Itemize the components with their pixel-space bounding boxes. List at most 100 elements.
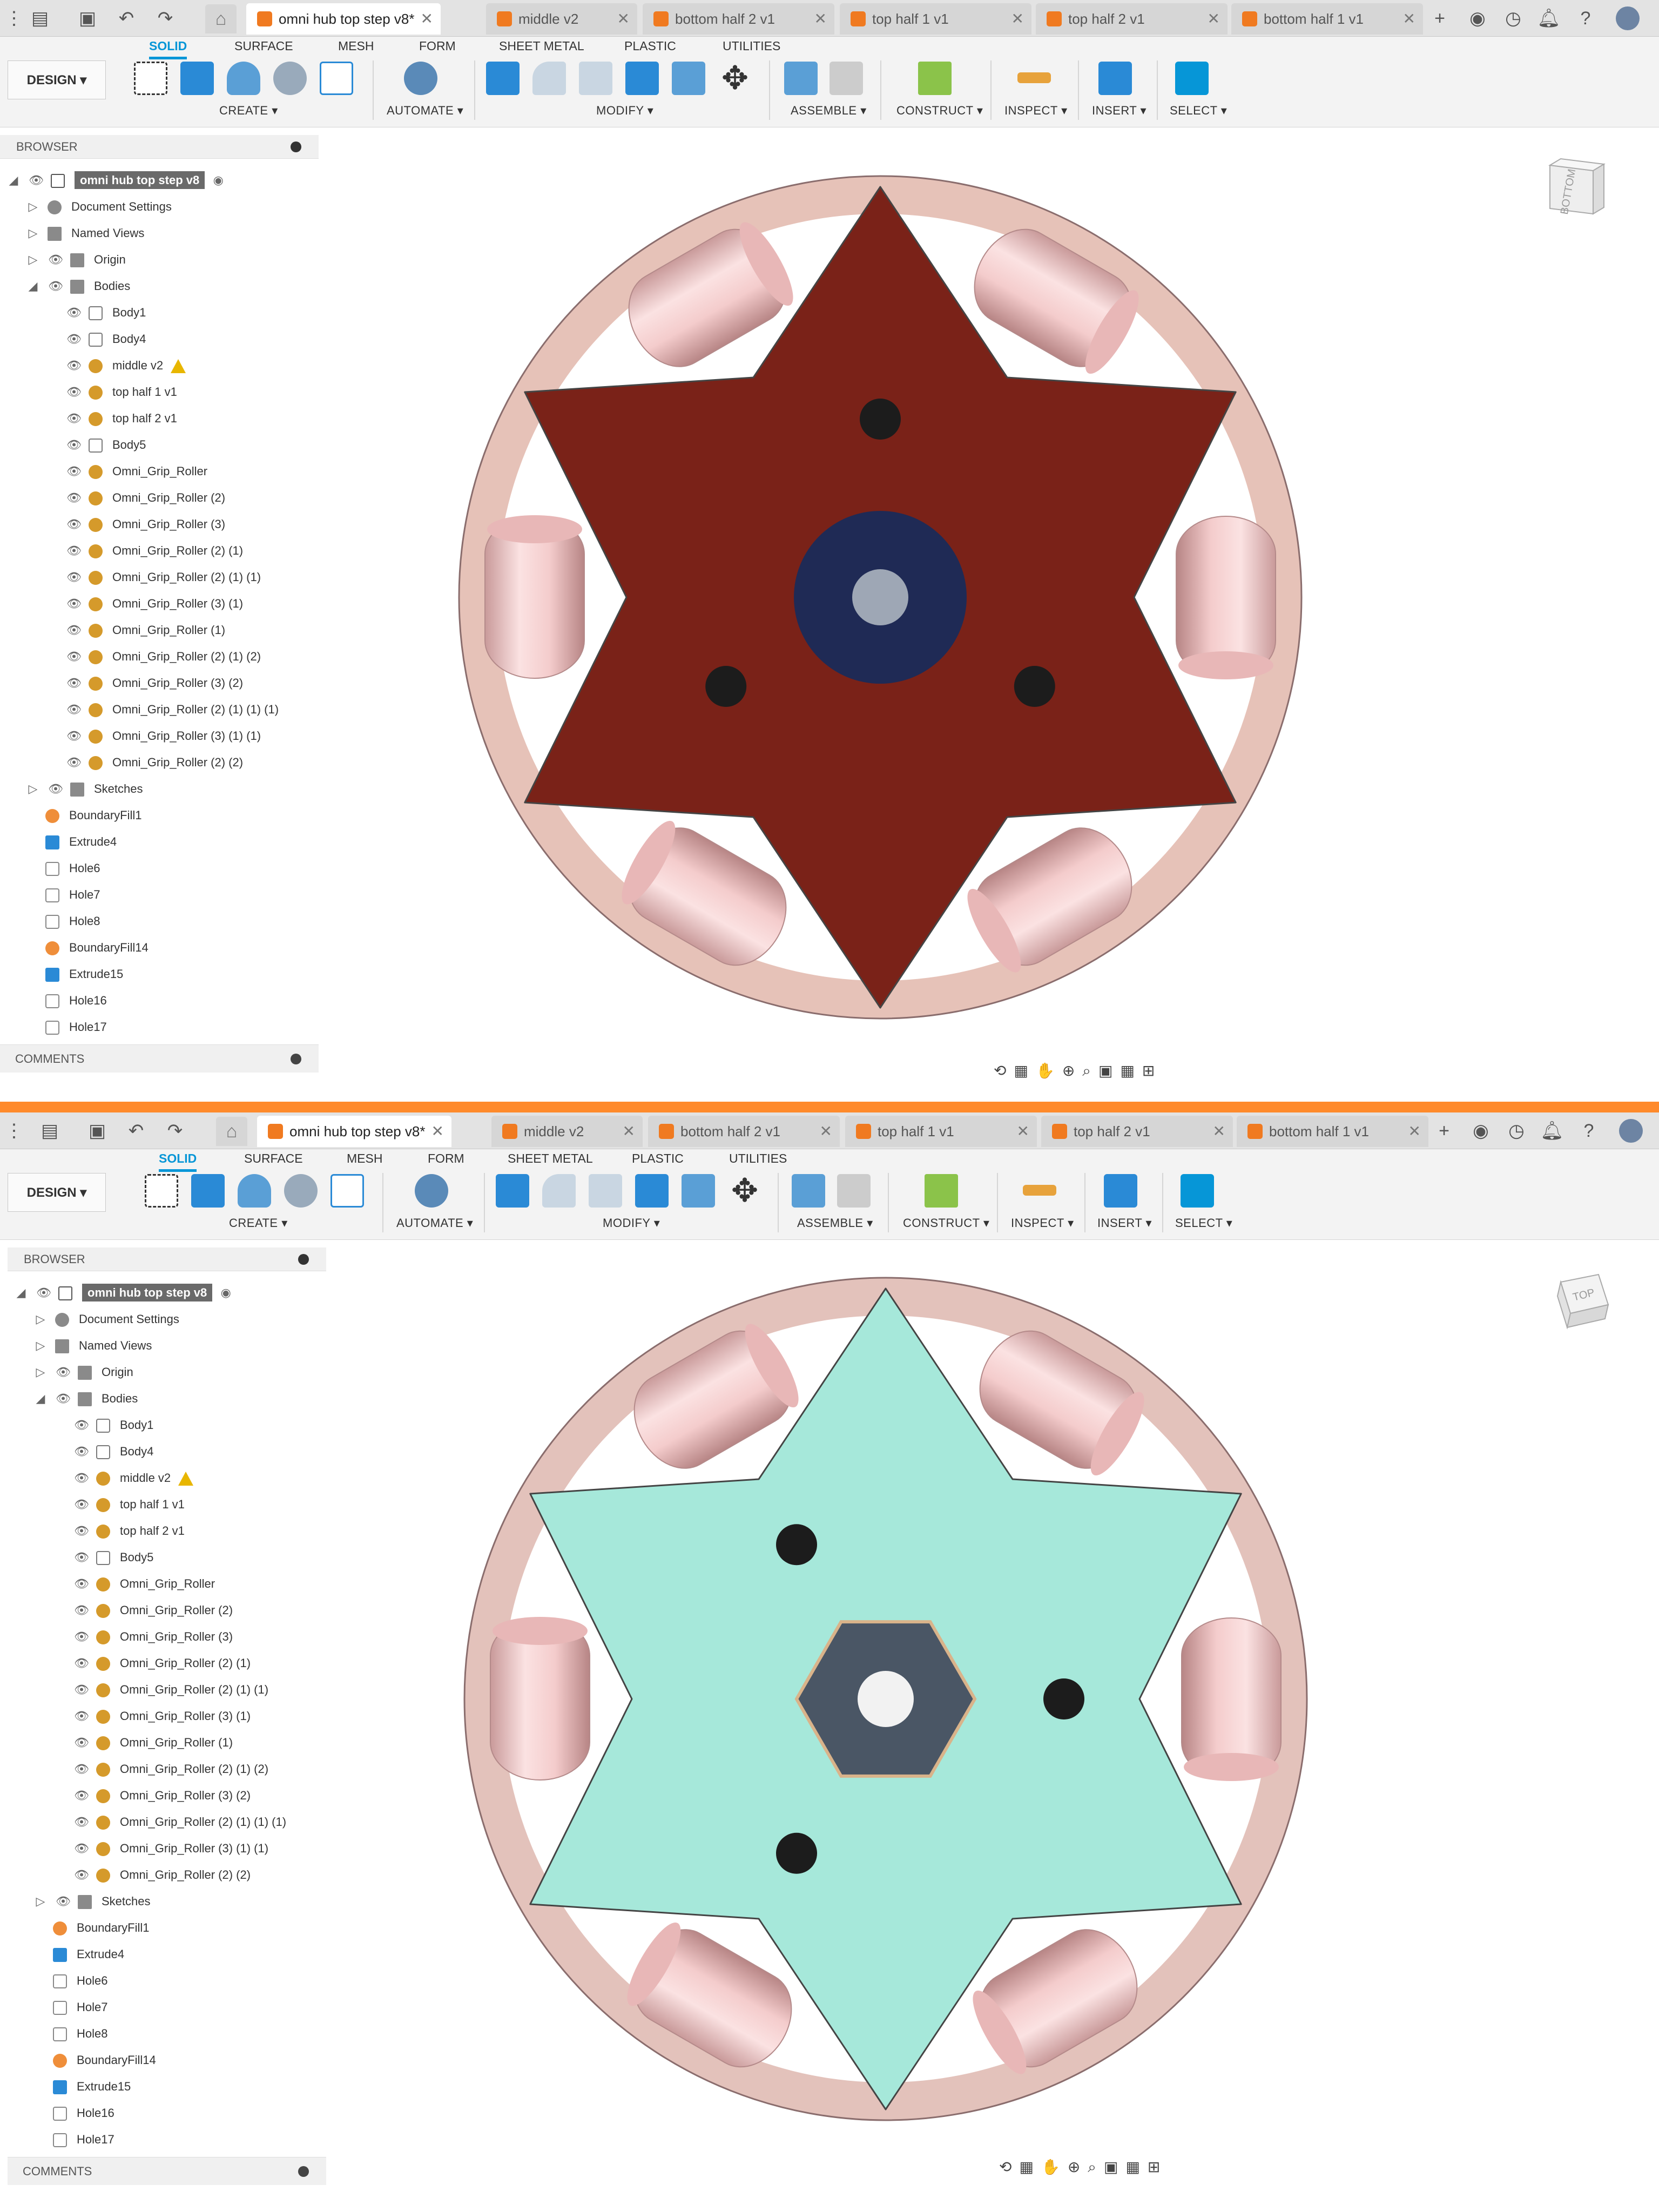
fillet-icon[interactable]	[532, 62, 566, 95]
visibility-eye-icon[interactable]: 👁︎	[73, 1809, 90, 1835]
browser-item-named-views[interactable]: ▷ Named Views	[32, 1333, 152, 1359]
joint-icon[interactable]	[837, 1174, 871, 1208]
split-icon[interactable]	[682, 1174, 715, 1208]
browser-item-named-views[interactable]: ▷ Named Views	[25, 220, 144, 246]
visibility-eye-icon[interactable]: 👁︎	[73, 1492, 90, 1518]
browser-item-omni-grip-roller-2-1-2[interactable]: 👁︎ Omni_Grip_Roller (2) (1) (2)	[73, 1756, 268, 1782]
close-icon[interactable]: ✕	[814, 3, 827, 35]
construct-plane-icon[interactable]	[918, 62, 952, 95]
visibility-eye-icon[interactable]: 👁︎	[66, 644, 82, 670]
tab-sheet-metal[interactable]: SHEET METAL	[499, 39, 584, 53]
help-icon[interactable]: ?	[1574, 6, 1597, 30]
grid-icon[interactable]: ▦	[1125, 2159, 1147, 2175]
browser-item-hole7[interactable]: Hole7	[45, 882, 100, 908]
visibility-eye-icon[interactable]: 👁︎	[73, 1783, 90, 1809]
viewport-canvas[interactable]: BOTTOM ⟲▦✋⊕⌕▣▦⊞	[324, 127, 1659, 1079]
orbit-icon[interactable]: ⟲	[999, 2159, 1019, 2175]
tab-middle[interactable]: middle v2 ✕	[486, 3, 637, 35]
browser-item-omni-grip-roller-2-1-1[interactable]: 👁︎ Omni_Grip_Roller (2) (1) (1)	[66, 564, 261, 590]
visibility-eye-icon[interactable]: 👁︎	[73, 1862, 90, 1888]
pan-icon[interactable]: ✋	[1036, 1062, 1062, 1079]
construct-menu[interactable]: CONSTRUCT ▾	[903, 1216, 989, 1230]
expand-triangle-icon[interactable]: ◢	[25, 273, 41, 299]
tab-middle[interactable]: middle v2 ✕	[491, 1116, 643, 1147]
tab-top-half-1[interactable]: top half 1 v1 ✕	[845, 1116, 1037, 1147]
modify-menu[interactable]: MODIFY ▾	[596, 104, 653, 118]
collapse-icon[interactable]	[291, 141, 301, 152]
shell-icon[interactable]	[579, 62, 612, 95]
browser-root-component[interactable]: ◢ 👁︎ omni hub top step v8 ◉	[5, 167, 233, 193]
select-icon[interactable]	[1181, 1174, 1214, 1208]
tab-bottom-half-1[interactable]: bottom half 1 v1 ✕	[1237, 1116, 1428, 1147]
measure-icon[interactable]	[1023, 1185, 1056, 1196]
browser-item-sketches[interactable]: ▷ 👁︎ Sketches	[32, 1889, 151, 1914]
visibility-eye-icon[interactable]: 👁︎	[66, 591, 82, 617]
visibility-eye-icon[interactable]: 👁︎	[66, 723, 82, 749]
close-icon[interactable]: ✕	[431, 1116, 444, 1147]
tab-utilities[interactable]: UTILITIES	[729, 1151, 787, 1166]
expand-triangle-icon[interactable]: ▷	[32, 1306, 49, 1332]
visibility-eye-icon[interactable]: 👁︎	[73, 1677, 90, 1703]
browser-item-bodies[interactable]: ◢ 👁︎ Bodies	[32, 1386, 138, 1412]
tab-mesh[interactable]: MESH	[347, 1151, 382, 1166]
visibility-eye-icon[interactable]: 👁︎	[73, 1465, 90, 1491]
visibility-eye-icon[interactable]: 👁︎	[66, 458, 82, 484]
browser-item-omni-grip-roller-2[interactable]: 👁︎ Omni_Grip_Roller (2)	[73, 1597, 233, 1623]
redo-icon[interactable]: ↷	[163, 1119, 187, 1143]
browser-item-omni-grip-roller-3-1[interactable]: 👁︎ Omni_Grip_Roller (3) (1)	[66, 591, 243, 617]
browser-item-omni-grip-roller-2-1[interactable]: 👁︎ Omni_Grip_Roller (2) (1)	[73, 1650, 251, 1676]
visibility-eye-icon[interactable]: 👁︎	[66, 432, 82, 458]
viewport-canvas[interactable]: TOP ⟲▦✋⊕⌕▣▦⊞	[329, 1240, 1659, 2180]
visibility-eye-icon[interactable]: 👁︎	[73, 1756, 90, 1782]
expand-triangle-icon[interactable]: ▷	[25, 194, 41, 220]
browser-item-middle-v2[interactable]: 👁︎ middle v2	[66, 353, 186, 379]
browser-item-omni-grip-roller-2-1[interactable]: 👁︎ Omni_Grip_Roller (2) (1)	[66, 538, 243, 564]
visibility-eye-icon[interactable]: 👁︎	[48, 776, 64, 802]
extensions-icon[interactable]: ◉	[1469, 1119, 1493, 1143]
close-icon[interactable]: ✕	[1213, 1116, 1225, 1147]
revolve-icon[interactable]	[227, 62, 260, 95]
browser-item-omni-grip-roller-3-1[interactable]: 👁︎ Omni_Grip_Roller (3) (1)	[73, 1703, 251, 1729]
activate-radio-icon[interactable]: ◉	[218, 1280, 234, 1306]
close-icon[interactable]: ✕	[1403, 3, 1415, 35]
visibility-eye-icon[interactable]: 👁︎	[73, 1518, 90, 1544]
add-comment-icon[interactable]	[298, 2166, 309, 2177]
browser-item-omni-grip-roller[interactable]: 👁︎ Omni_Grip_Roller	[73, 1571, 215, 1597]
browser-item-hole17[interactable]: Hole17	[53, 2127, 114, 2153]
look-at-icon[interactable]: ▦	[1014, 1062, 1035, 1079]
expand-triangle-icon[interactable]: ▷	[25, 776, 41, 802]
close-icon[interactable]: ✕	[820, 1116, 832, 1147]
tab-form[interactable]: FORM	[428, 1151, 464, 1166]
visibility-eye-icon[interactable]: 👁︎	[66, 353, 82, 379]
automate-icon[interactable]	[415, 1174, 448, 1208]
visibility-eye-icon[interactable]: 👁︎	[55, 1386, 71, 1412]
undo-icon[interactable]: ↶	[124, 1119, 148, 1143]
combine-icon[interactable]	[625, 62, 659, 95]
joint-icon[interactable]	[830, 62, 863, 95]
browser-item-body5[interactable]: 👁︎ Body5	[66, 432, 146, 458]
undo-icon[interactable]: ↶	[114, 6, 138, 30]
visibility-eye-icon[interactable]: 👁︎	[73, 1439, 90, 1465]
home-icon[interactable]: ⌂	[216, 1117, 247, 1146]
file-menu-icon[interactable]: ▤	[28, 6, 52, 30]
avatar[interactable]	[1619, 1119, 1643, 1143]
modify-menu[interactable]: MODIFY ▾	[603, 1216, 660, 1230]
visibility-eye-icon[interactable]: 👁︎	[36, 1280, 52, 1306]
browser-item-middle-v2[interactable]: 👁︎ middle v2	[73, 1465, 194, 1491]
help-icon[interactable]: ?	[1577, 1119, 1601, 1143]
expand-triangle-icon[interactable]: ◢	[32, 1386, 49, 1412]
browser-root-component[interactable]: ◢ 👁︎ omni hub top step v8 ◉	[13, 1280, 240, 1306]
tab-top-half-2[interactable]: top half 2 v1 ✕	[1036, 3, 1228, 35]
insert-menu[interactable]: INSERT ▾	[1092, 104, 1147, 118]
browser-item-extrude15[interactable]: Extrude15	[53, 2074, 131, 2100]
browser-item-omni-grip-roller-2-1-2[interactable]: 👁︎ Omni_Grip_Roller (2) (1) (2)	[66, 644, 261, 670]
browser-item-hole16[interactable]: Hole16	[45, 988, 107, 1014]
create-sketch-icon[interactable]	[134, 62, 167, 95]
measure-icon[interactable]	[1017, 72, 1051, 83]
browser-item-hole8[interactable]: Hole8	[53, 2021, 107, 2047]
tab-omni-hub[interactable]: omni hub top step v8* ✕	[257, 1116, 451, 1147]
visibility-eye-icon[interactable]: 👁︎	[66, 670, 82, 696]
select-menu[interactable]: SELECT ▾	[1170, 104, 1227, 118]
workspace-switcher[interactable]: DESIGN ▾	[8, 1173, 106, 1212]
visibility-eye-icon[interactable]: 👁︎	[66, 379, 82, 405]
